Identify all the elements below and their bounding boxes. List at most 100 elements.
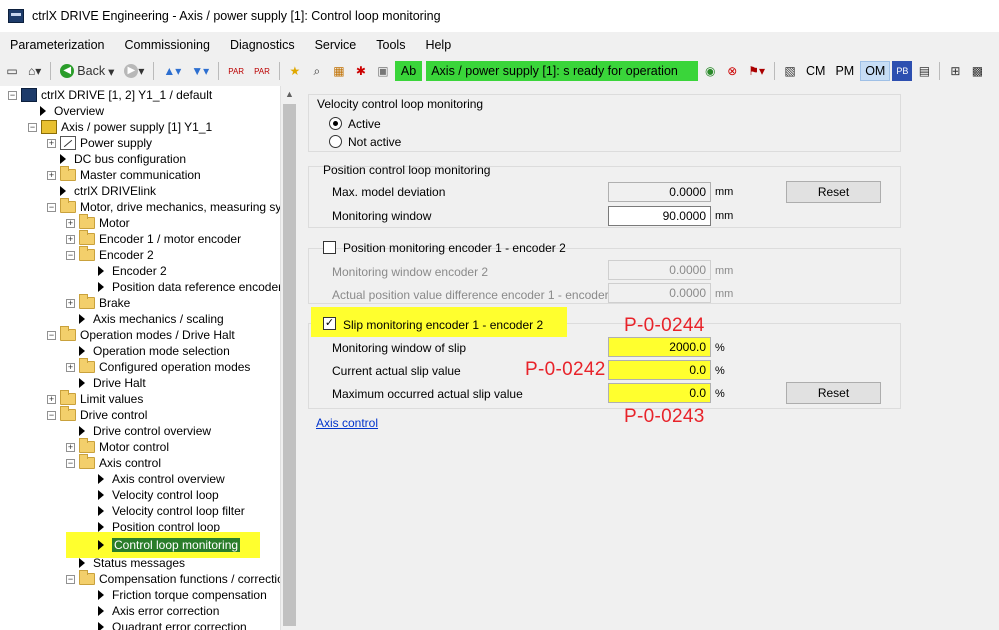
slip-window-field[interactable]: 2000.0: [608, 337, 711, 357]
window-layout-icon[interactable]: ▩: [967, 61, 987, 81]
parameter-load-icon[interactable]: PAR: [224, 61, 248, 81]
tree-item-power-supply[interactable]: + Power supply: [47, 135, 152, 151]
forward-button[interactable]: ▶ ▾: [120, 61, 148, 81]
slip-reset-button[interactable]: Reset: [786, 382, 881, 404]
menu-diagnostics[interactable]: Diagnostics: [220, 38, 305, 52]
tree-item-drive-control-overview[interactable]: Drive control overview: [75, 423, 211, 439]
tree-item-encoder1[interactable]: + Encoder 1 / motor encoder: [66, 230, 241, 247]
tree-item-axis-control-overview[interactable]: Axis control overview: [94, 471, 225, 487]
tree-item-encoder2-page[interactable]: Encoder 2: [94, 263, 167, 279]
slip-monitoring-checkbox[interactable]: ✓: [323, 317, 336, 330]
tree-item-motor-mechanics[interactable]: − Motor, drive mechanics, measuring syst…: [47, 198, 296, 215]
mode-pm-button[interactable]: PM: [831, 61, 858, 81]
tree-item-root[interactable]: − ctrlX DRIVE [1, 2] Y1_1 / default: [8, 87, 212, 103]
tree-item-drive-halt[interactable]: Drive Halt: [75, 375, 146, 391]
globe-icon[interactable]: ◉: [700, 61, 720, 81]
radio-not-active-label[interactable]: Not active: [348, 135, 401, 149]
tree-scrollbar[interactable]: ▲: [280, 86, 297, 630]
tree-item-axis-control[interactable]: − Axis control: [66, 454, 161, 471]
clear-error-icon[interactable]: ⊗: [722, 61, 742, 81]
slip-group-title[interactable]: Slip monitoring encoder 1 - encoder 2: [343, 318, 543, 332]
tree-item-velocity-filter[interactable]: Velocity control loop filter: [94, 503, 245, 519]
expand-icon[interactable]: +: [66, 298, 75, 308]
settings-icon[interactable]: ▤: [914, 61, 934, 81]
radio-active[interactable]: [329, 117, 342, 130]
collapse-icon[interactable]: −: [66, 250, 75, 260]
title-bar: ctrlX DRIVE Engineering - Axis / power s…: [0, 0, 999, 32]
page-arrow-icon: [60, 154, 66, 164]
device-icon[interactable]: ▣: [373, 61, 393, 81]
expand-icon[interactable]: +: [66, 442, 75, 452]
scrollbar-thumb[interactable]: [283, 104, 296, 626]
collapse-icon[interactable]: −: [8, 90, 17, 100]
tree-item-limit-values[interactable]: + Limit values: [47, 390, 143, 407]
tree-item-motor-control[interactable]: + Motor control: [66, 438, 169, 455]
mode-om-button[interactable]: OM: [860, 61, 891, 81]
tree-item-brake[interactable]: + Brake: [66, 294, 131, 311]
tree-item-operation-mode-selection[interactable]: Operation mode selection: [75, 343, 230, 359]
window-icon[interactable]: ▭: [2, 61, 22, 81]
expand-icon[interactable]: +: [66, 234, 75, 244]
expand-icon[interactable]: +: [66, 362, 75, 372]
parameter-save-icon[interactable]: PAR: [250, 61, 274, 81]
collapse-icon[interactable]: −: [28, 122, 37, 132]
mode-cm-button[interactable]: CM: [802, 61, 829, 81]
tree-item-overview[interactable]: Overview: [36, 103, 104, 119]
page-arrow-icon: [98, 590, 104, 600]
radio-not-active[interactable]: [329, 135, 342, 148]
collapse-icon[interactable]: −: [47, 202, 56, 212]
tree-item-drivelink[interactable]: ctrlX DRIVElink: [56, 183, 156, 199]
tree-item-velocity-loop[interactable]: Velocity control loop: [94, 487, 219, 503]
expand-icon[interactable]: +: [66, 218, 75, 228]
collapse-icon[interactable]: −: [66, 458, 75, 468]
encoder-monitoring-checkbox[interactable]: [323, 241, 336, 254]
nav-down-icon[interactable]: ▼▾: [187, 61, 213, 81]
tree-item-drive-control[interactable]: − Drive control: [47, 406, 147, 423]
binoculars-icon[interactable]: ⌕: [307, 61, 327, 81]
pb-icon[interactable]: PB: [892, 61, 913, 81]
menu-service[interactable]: Service: [305, 38, 367, 52]
tree-item-compensation[interactable]: − Compensation functions / corrections: [66, 570, 296, 587]
tree-item-friction[interactable]: Friction torque compensation: [94, 587, 267, 603]
oscilloscope-icon[interactable]: ▧: [780, 61, 800, 81]
collapse-icon[interactable]: −: [47, 410, 56, 420]
collapse-icon[interactable]: −: [47, 330, 56, 340]
nav-up-icon[interactable]: ▲▾: [159, 61, 185, 81]
home-icon[interactable]: ⌂▾: [24, 61, 45, 81]
tree-item-label: Configured operation modes: [99, 360, 251, 374]
menu-commissioning[interactable]: Commissioning: [115, 38, 220, 52]
tree-item-status-messages[interactable]: Status messages: [75, 555, 185, 571]
network-icon[interactable]: ⊞: [945, 61, 965, 81]
drive-enable-icon[interactable]: ⚑▾: [744, 61, 769, 81]
radio-active-label[interactable]: Active: [348, 117, 381, 131]
tree-item-configured-modes[interactable]: + Configured operation modes: [66, 358, 251, 375]
tree-item-label: Brake: [99, 296, 131, 310]
collapse-icon[interactable]: −: [66, 574, 75, 584]
expand-icon[interactable]: +: [47, 170, 56, 180]
tree-item-operation-modes[interactable]: − Operation modes / Drive Halt: [47, 326, 235, 343]
position-reset-button[interactable]: Reset: [786, 181, 881, 203]
diagnosis-icon[interactable]: ✱: [351, 61, 371, 81]
tree-item-position-reference[interactable]: Position data reference encoder :: [94, 279, 289, 295]
menu-help[interactable]: Help: [415, 38, 461, 52]
menu-tools[interactable]: Tools: [366, 38, 415, 52]
calendar-icon[interactable]: ▦: [329, 61, 349, 81]
menu-parameterization[interactable]: Parameterization: [0, 38, 115, 52]
app-icon: [8, 9, 24, 23]
tree-item-dc-bus[interactable]: DC bus configuration: [56, 151, 186, 167]
back-button[interactable]: ◀ Back ▾: [56, 61, 118, 81]
favorite-star-icon[interactable]: ★: [285, 61, 305, 81]
tree-item-axis-error[interactable]: Axis error correction: [94, 603, 219, 619]
tree-item-axis-mechanics[interactable]: Axis mechanics / scaling: [75, 311, 224, 327]
tree-item-encoder2[interactable]: − Encoder 2: [66, 246, 154, 263]
scroll-up-icon[interactable]: ▲: [281, 86, 298, 102]
encoder-group-title[interactable]: Position monitoring encoder 1 - encoder …: [343, 241, 566, 255]
tree-item-quadrant[interactable]: Quadrant error correction: [94, 619, 247, 630]
tree-item-master-comm[interactable]: + Master communication: [47, 166, 201, 183]
tree-item-axis[interactable]: − Axis / power supply [1] Y1_1: [28, 119, 212, 135]
monitoring-window-field[interactable]: 90.0000: [608, 206, 711, 226]
expand-icon[interactable]: +: [47, 394, 56, 404]
tree-item-motor[interactable]: + Motor: [66, 214, 130, 231]
expand-icon[interactable]: +: [47, 138, 56, 148]
axis-control-link[interactable]: Axis control: [316, 416, 378, 430]
